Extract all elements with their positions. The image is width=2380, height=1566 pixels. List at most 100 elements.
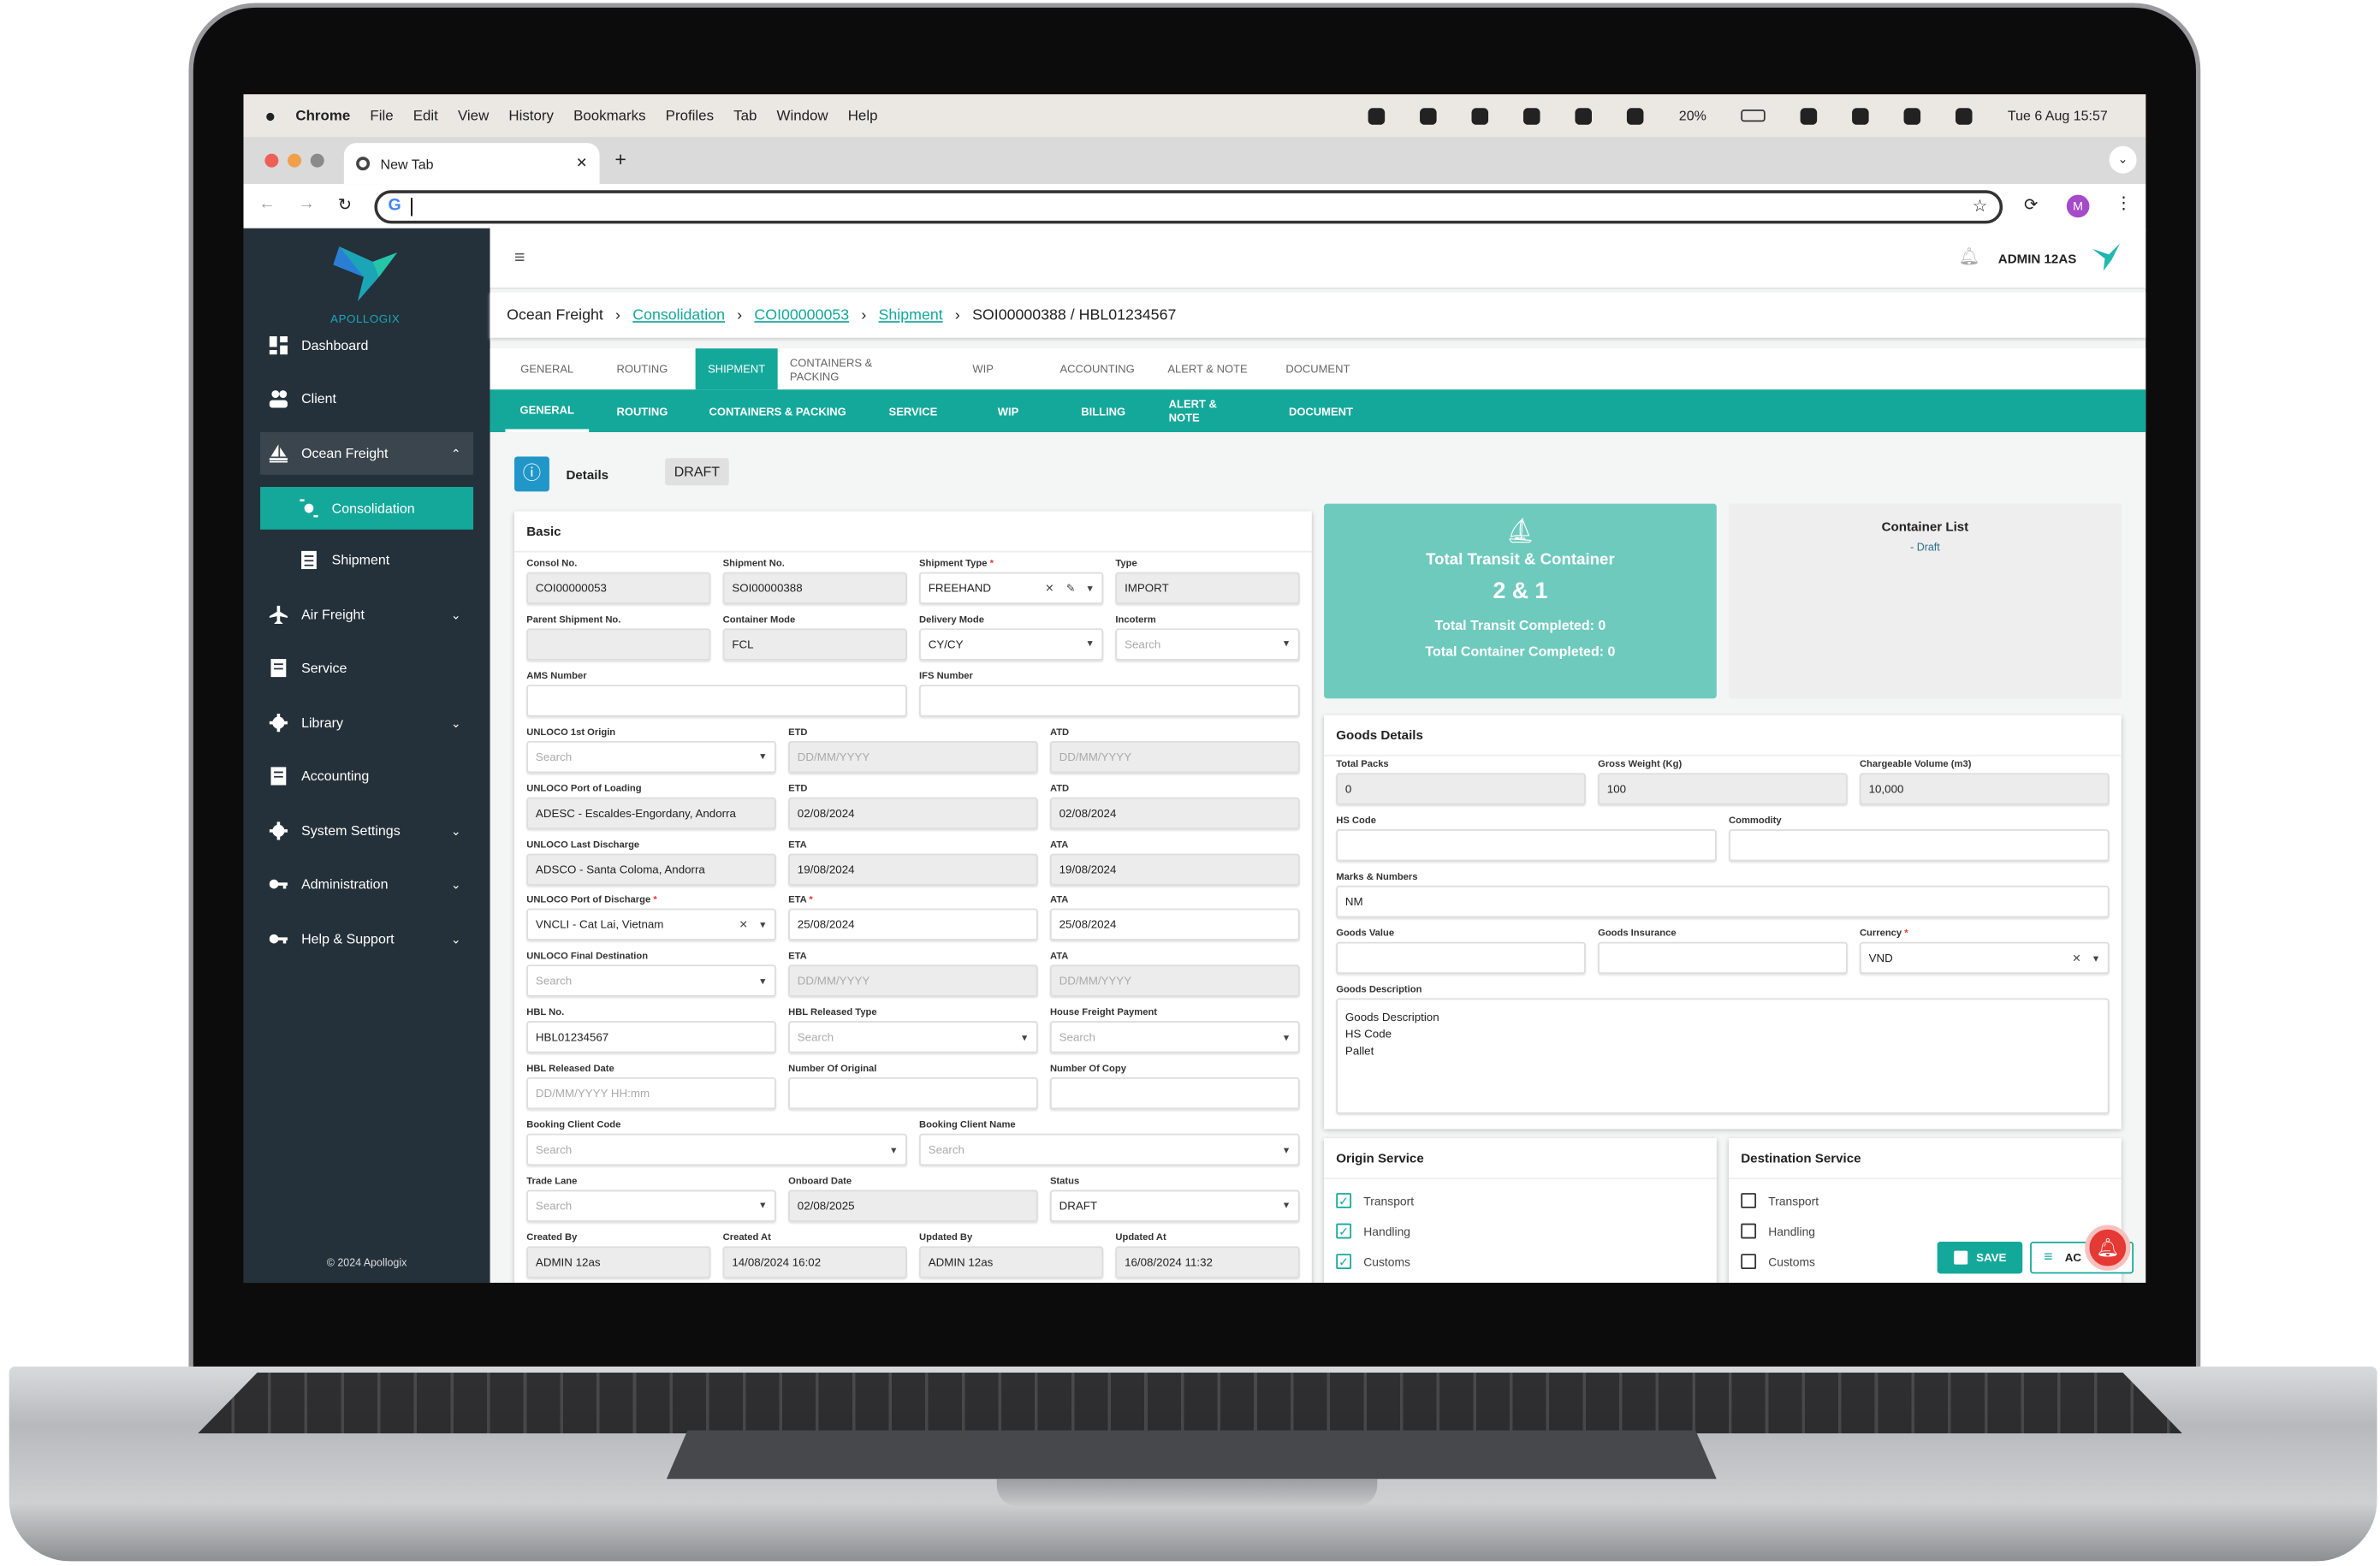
tab-alert-note[interactable]: Alert & Note xyxy=(1150,348,1264,389)
chevron-down-icon[interactable]: ▾ xyxy=(1284,638,1289,650)
breadcrumb-consolidation[interactable]: Consolidation xyxy=(632,306,725,323)
trade-lane-select[interactable]: Search ▾ xyxy=(526,1189,776,1222)
menu-view[interactable]: View xyxy=(458,107,489,124)
hbl-released-date-input[interactable]: DD/MM/YYYY HH:mm xyxy=(526,1077,776,1110)
checkbox-unchecked-icon[interactable] xyxy=(1741,1254,1757,1270)
sidebar-item-consolidation[interactable]: Consolidation xyxy=(260,487,474,530)
sidebar-item-service[interactable]: Service xyxy=(260,649,473,688)
menu-edit[interactable]: Edit xyxy=(413,107,438,124)
minimize-window-button[interactable] xyxy=(288,153,302,168)
chevron-down-icon[interactable]: ▾ xyxy=(760,1200,765,1212)
tab-search-icon[interactable]: ⌄ xyxy=(2109,145,2137,174)
checkbox-unchecked-icon[interactable] xyxy=(1741,1223,1757,1239)
info-icon[interactable]: ⓘ xyxy=(514,456,549,492)
ams-number-input[interactable] xyxy=(526,684,907,717)
reload-icon[interactable]: ↻ xyxy=(338,195,352,214)
tab-document[interactable]: Document xyxy=(1265,348,1371,389)
grammarly-icon[interactable] xyxy=(1575,107,1593,124)
siri-icon[interactable] xyxy=(1956,107,1973,124)
hamburger-menu-icon[interactable]: ≡ xyxy=(514,246,525,268)
menu-bookmarks[interactable]: Bookmarks xyxy=(573,107,645,124)
unloco-port-of-discharge-select[interactable]: VNCLI - Cat Lai, Vietnam ✕ ▾ xyxy=(526,909,776,941)
notification-bell-icon[interactable]: 🔔︎ xyxy=(1959,246,1980,266)
chevron-down-icon[interactable]: ▾ xyxy=(891,1143,896,1155)
edit-icon[interactable]: ✎ xyxy=(1066,582,1075,594)
ifs-number-input[interactable] xyxy=(919,684,1300,717)
menu-help[interactable]: Help xyxy=(848,107,878,124)
menu-file[interactable]: File xyxy=(370,107,393,124)
tab-document[interactable]: Document xyxy=(1260,389,1381,432)
menu-window[interactable]: Window xyxy=(777,107,828,124)
tab-routing[interactable]: Routing xyxy=(589,348,695,389)
chrome-menu-icon[interactable]: ⋮ xyxy=(2116,193,2133,213)
status-select[interactable]: DRAFT ▾ xyxy=(1049,1189,1300,1222)
clear-icon[interactable]: ✕ xyxy=(2072,952,2080,964)
battery-icon[interactable] xyxy=(1741,110,1766,122)
tab-general[interactable]: General xyxy=(505,389,590,433)
menu-tab[interactable]: Tab xyxy=(733,107,757,124)
goods-insurance-input[interactable] xyxy=(1598,941,1848,975)
tab-shipment[interactable]: Shipment xyxy=(695,348,778,390)
user-name[interactable]: ADMIN 12AS xyxy=(1998,251,2077,266)
sidebar-item-library[interactable]: Library ⌄ xyxy=(260,703,473,743)
chevron-down-icon[interactable]: ▾ xyxy=(1284,1200,1289,1212)
checkbox-checked-icon[interactable]: ✓ xyxy=(1336,1223,1352,1239)
checkbox-transport[interactable]: Transport xyxy=(1741,1185,2109,1216)
chevron-down-icon[interactable]: ▾ xyxy=(1087,638,1092,650)
currency-select[interactable]: VND ✕ ▾ xyxy=(1859,941,2110,975)
chevron-down-icon[interactable]: ▾ xyxy=(2093,952,2098,964)
delivery-mode-select[interactable]: CY/CY ▾ xyxy=(919,628,1104,661)
control-center-icon[interactable] xyxy=(1904,107,1921,124)
booking-client-name-select[interactable]: Search ▾ xyxy=(919,1133,1300,1166)
close-tab-icon[interactable]: ✕ xyxy=(576,155,587,172)
menu-chrome[interactable]: Chrome xyxy=(295,107,350,124)
address-bar[interactable]: G ☆ xyxy=(374,190,2003,224)
marks-numbers-input[interactable]: NM xyxy=(1336,885,2110,918)
house-freight-payment-select[interactable]: Search ▾ xyxy=(1049,1021,1300,1053)
checkbox-customs[interactable]: ✓ Customs xyxy=(1336,1246,1704,1277)
breadcrumb-shipment[interactable]: Shipment xyxy=(879,306,943,323)
apollogix-logo[interactable]: APOLLOGIX xyxy=(319,244,411,326)
tab-service[interactable]: Service xyxy=(860,389,966,432)
sidebar-item-system-settings[interactable]: System Settings ⌄ xyxy=(260,811,473,851)
sidebar-item-accounting[interactable]: Accounting xyxy=(260,756,473,796)
ata-input[interactable]: 25/08/2024 xyxy=(1049,909,1300,941)
sidebar-item-administration[interactable]: Administration ⌄ xyxy=(260,864,473,904)
menu-profiles[interactable]: Profiles xyxy=(666,107,714,124)
unloco-final-destination-select[interactable]: Search ▾ xyxy=(526,964,776,998)
checkbox-checked-icon[interactable]: ✓ xyxy=(1336,1254,1352,1270)
chevron-down-icon[interactable]: ▾ xyxy=(1284,1143,1289,1155)
close-window-button[interactable] xyxy=(264,153,279,168)
tab-routing[interactable]: Routing xyxy=(589,389,695,432)
address-input[interactable] xyxy=(411,198,412,217)
user-logo-icon[interactable] xyxy=(2092,243,2121,271)
chevron-down-icon[interactable]: ▾ xyxy=(1022,1031,1027,1043)
booking-client-code-select[interactable]: Search ▾ xyxy=(526,1133,907,1166)
shipment-type-select[interactable]: FREEHAND ✕ ✎ ▾ xyxy=(919,572,1104,604)
tab-wip[interactable]: WIP xyxy=(923,348,1044,389)
back-icon[interactable]: ← xyxy=(258,195,276,213)
tab-containers-packing[interactable]: Containers & Packing xyxy=(778,348,923,389)
number-of-copy-input[interactable] xyxy=(1049,1077,1300,1110)
datetime[interactable]: Tue 6 Aug 15:57 xyxy=(2008,108,2108,123)
checkbox-transport[interactable]: ✓ Transport xyxy=(1336,1185,1704,1216)
chat-icon[interactable] xyxy=(1523,107,1540,124)
zoom-window-button[interactable] xyxy=(310,153,324,168)
goods-description-input[interactable]: Goods Description HS Code Pallet xyxy=(1336,998,2110,1114)
breadcrumb-consol-number[interactable]: COI00000053 xyxy=(754,306,849,323)
checkbox-checked-icon[interactable]: ✓ xyxy=(1336,1193,1352,1208)
checkbox-handling[interactable]: ✓ Handling xyxy=(1336,1216,1704,1247)
cloud-icon[interactable] xyxy=(1471,107,1489,124)
save-button[interactable]: SAVE xyxy=(1937,1242,2023,1274)
hbl-released-type-select[interactable]: Search ▾ xyxy=(788,1021,1038,1053)
tab-billing[interactable]: Billing xyxy=(1050,389,1156,432)
search-icon[interactable] xyxy=(1852,107,1870,124)
incoterm-select[interactable]: Search ▾ xyxy=(1115,628,1300,661)
sidebar-item-help-support[interactable]: Help & Support ⌄ xyxy=(260,919,473,958)
forward-icon[interactable]: → xyxy=(299,195,316,213)
tab-accounting[interactable]: Accounting xyxy=(1044,348,1150,389)
sidebar-item-dashboard[interactable]: Dashboard xyxy=(260,326,473,365)
tab-alert-note[interactable]: Alert & Note xyxy=(1156,389,1260,432)
check-icon[interactable] xyxy=(1627,107,1644,124)
profile-avatar[interactable]: M xyxy=(2066,194,2090,218)
